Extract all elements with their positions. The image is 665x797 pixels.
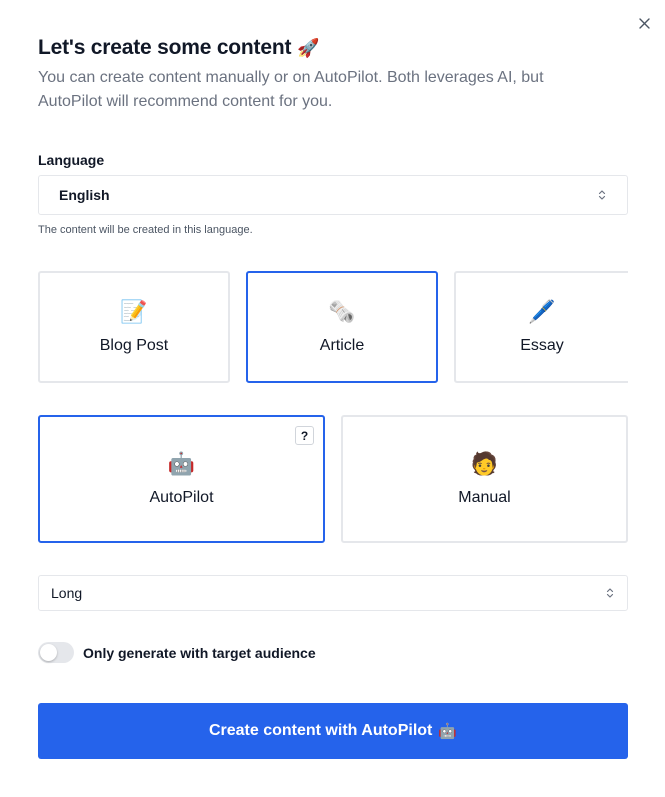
mode-label: Manual bbox=[458, 489, 511, 506]
dialog-title: Let's create some content bbox=[38, 36, 292, 59]
length-select-value: Long bbox=[51, 585, 83, 601]
content-type-blog-post[interactable]: 📝 Blog Post bbox=[38, 271, 230, 383]
robot-icon: 🤖 bbox=[167, 451, 196, 476]
chevron-up-down-icon bbox=[605, 586, 615, 600]
toggle-knob bbox=[40, 644, 57, 661]
memo-icon: 📝 bbox=[120, 299, 148, 324]
content-type-label: Article bbox=[319, 337, 365, 354]
content-type-label: Essay bbox=[520, 337, 564, 354]
language-select[interactable]: English bbox=[38, 175, 628, 215]
person-icon: 🧑 bbox=[470, 451, 499, 476]
rolled-newspaper-icon: 🗞️ bbox=[328, 299, 356, 324]
robot-icon: 🤖 bbox=[438, 722, 458, 740]
dialog-subtitle: You can create content manually or on Au… bbox=[38, 69, 544, 110]
length-select[interactable]: Long bbox=[38, 575, 628, 611]
mode-autopilot[interactable]: 🤖 AutoPilot bbox=[38, 415, 325, 543]
chevron-up-down-icon bbox=[597, 188, 607, 202]
mode-label: AutoPilot bbox=[149, 489, 214, 506]
content-type-essay[interactable]: 🖊️ Essay bbox=[454, 271, 628, 383]
create-content-button-label: Create content with AutoPilot bbox=[208, 722, 433, 739]
content-type-article[interactable]: 🗞️ Article bbox=[246, 271, 438, 383]
language-helper-text: The content will be created in this lang… bbox=[38, 224, 253, 236]
rocket-icon: 🚀 bbox=[297, 38, 320, 58]
audience-toggle[interactable] bbox=[38, 642, 74, 663]
mode-manual[interactable]: 🧑 Manual bbox=[341, 415, 628, 543]
close-button[interactable] bbox=[634, 13, 654, 33]
pen-icon: 🖊️ bbox=[528, 299, 556, 324]
language-select-value: English bbox=[59, 187, 110, 203]
close-icon bbox=[638, 17, 650, 29]
audience-toggle-row: Only generate with target audience bbox=[38, 642, 316, 663]
create-content-button[interactable]: Create content with AutoPilot 🤖 bbox=[38, 703, 628, 759]
audience-toggle-label: Only generate with target audience bbox=[83, 644, 316, 661]
content-type-label: Blog Post bbox=[99, 337, 169, 354]
dialog-header: Let's create some content 🚀 bbox=[38, 36, 320, 60]
autopilot-help-button[interactable]: ? bbox=[295, 426, 314, 445]
language-label: Language bbox=[38, 152, 105, 168]
